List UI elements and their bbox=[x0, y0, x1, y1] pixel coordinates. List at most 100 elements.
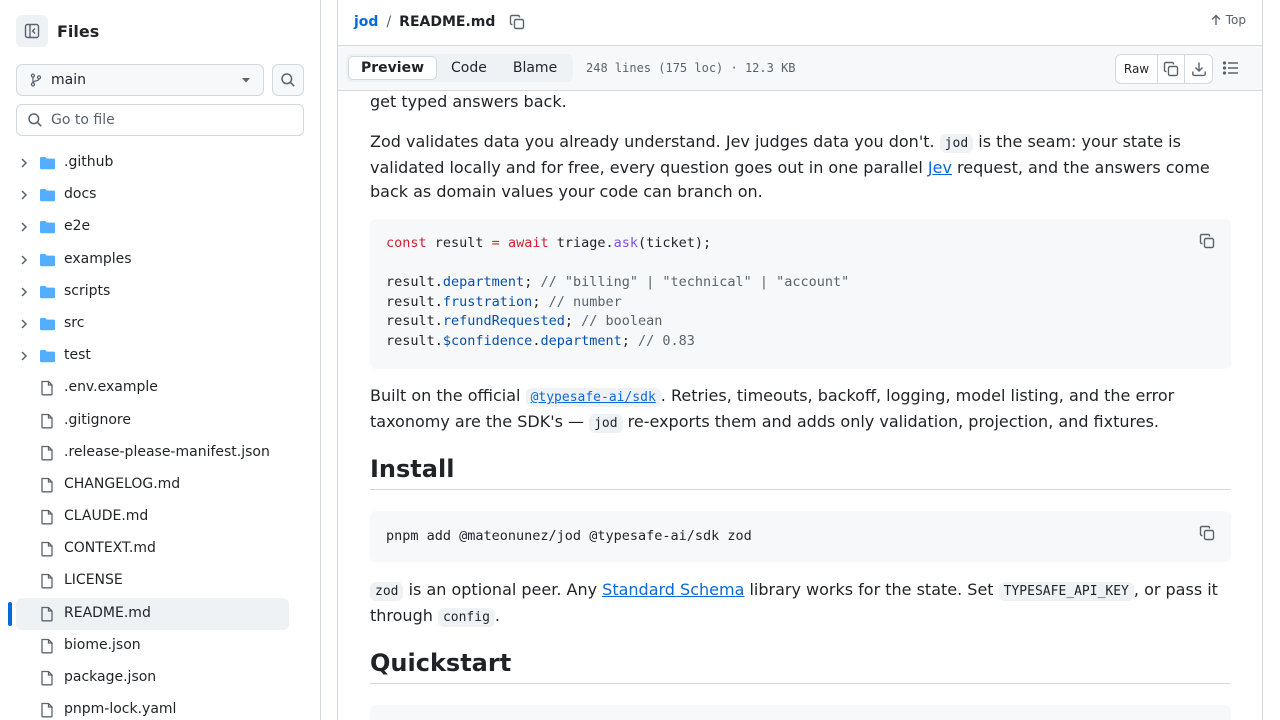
code-line: result.refundRequested; // boolean bbox=[386, 311, 662, 331]
code-operator: = bbox=[491, 235, 500, 251]
readme-article: get typed answers back. Zod validates da… bbox=[338, 92, 1262, 720]
text: library works for the state. Set bbox=[744, 580, 999, 599]
text: . bbox=[494, 606, 501, 625]
tree-file-item[interactable]: package.json bbox=[0, 662, 320, 694]
code-keyword: const bbox=[386, 235, 427, 251]
tree-file-item[interactable]: .release-please-manifest.json bbox=[0, 437, 320, 469]
tree-folder-item[interactable]: src bbox=[0, 308, 320, 340]
tree-folder-item[interactable]: test bbox=[0, 340, 320, 372]
tree-item-label: test bbox=[64, 347, 91, 364]
folder-icon bbox=[39, 252, 56, 268]
heading-quickstart: Quickstart bbox=[370, 649, 1231, 684]
tree-item-label: scripts bbox=[64, 282, 111, 299]
arrow-up-icon bbox=[1210, 14, 1222, 26]
top-link-label: Top bbox=[1225, 13, 1246, 27]
code-function: ask bbox=[613, 235, 639, 251]
tree-file-item[interactable]: CHANGELOG.md bbox=[0, 469, 320, 501]
chevron-right-icon[interactable] bbox=[18, 221, 30, 233]
tree-folder-item[interactable]: docs bbox=[0, 179, 320, 211]
top-link[interactable]: Top bbox=[1210, 13, 1246, 27]
inline-code-jod: jod bbox=[939, 134, 974, 153]
tree-file-item[interactable]: biome.json bbox=[0, 630, 320, 662]
sdk-code-link[interactable]: @typesafe-ai/sdk bbox=[525, 388, 661, 407]
search-button[interactable] bbox=[272, 64, 304, 96]
code-property: department bbox=[540, 333, 622, 349]
tree-file-item[interactable]: LICENSE bbox=[0, 565, 320, 597]
code-token: ; bbox=[532, 294, 549, 310]
tree-file-item[interactable]: CONTEXT.md bbox=[0, 533, 320, 565]
file-icon bbox=[39, 702, 55, 718]
go-to-file-input[interactable] bbox=[51, 112, 291, 128]
text: Built on the official bbox=[370, 386, 526, 405]
folder-icon bbox=[39, 348, 56, 364]
sidebar-collapse-icon[interactable] bbox=[16, 15, 48, 47]
tree-file-item[interactable]: .env.example bbox=[0, 372, 320, 404]
code-token: triage. bbox=[548, 235, 614, 251]
copy-raw-button[interactable] bbox=[1158, 55, 1185, 83]
tree-item-label: biome.json bbox=[64, 636, 141, 653]
sidebar-header: Files bbox=[16, 15, 99, 47]
tree-file-item[interactable]: README.md bbox=[0, 597, 320, 630]
list-unordered-icon[interactable] bbox=[1222, 59, 1240, 77]
folder-icon bbox=[39, 316, 56, 332]
code-token: result. bbox=[386, 313, 443, 329]
file-actions: Raw bbox=[1115, 54, 1213, 84]
inline-code-api-key: TYPESAFE_API_KEY bbox=[998, 582, 1134, 601]
code-line: result.department; // "billing" | "techn… bbox=[386, 272, 849, 292]
file-icon bbox=[39, 477, 55, 493]
chevron-right-icon[interactable] bbox=[18, 350, 30, 362]
tree-file-item[interactable]: pnpm-lock.yaml bbox=[0, 694, 320, 720]
chevron-right-icon[interactable] bbox=[18, 157, 30, 169]
chevron-right-icon[interactable] bbox=[18, 286, 30, 298]
file-icon bbox=[39, 541, 55, 557]
tree-folder-item[interactable]: .github bbox=[0, 147, 320, 179]
paragraph-sdk: Built on the official @typesafe-ai/sdk. … bbox=[370, 384, 1232, 436]
copy-code-icon[interactable] bbox=[1199, 525, 1215, 541]
chevron-right-icon[interactable] bbox=[18, 189, 30, 201]
file-icon bbox=[39, 573, 55, 589]
tab-preview[interactable]: Preview bbox=[348, 56, 438, 80]
tree-folder-item[interactable]: examples bbox=[0, 244, 320, 276]
code-token: result. bbox=[386, 274, 443, 290]
tab-code[interactable]: Code bbox=[439, 56, 499, 80]
inline-code-jod: jod bbox=[589, 414, 623, 433]
tree-item-label: .github bbox=[64, 154, 114, 170]
breadcrumb-repo-link[interactable]: jod bbox=[354, 14, 378, 30]
tree-item-label: README.md bbox=[64, 604, 151, 621]
raw-button[interactable]: Raw bbox=[1116, 55, 1158, 83]
tab-blame[interactable]: Blame bbox=[501, 56, 569, 80]
chevron-right-icon[interactable] bbox=[18, 254, 30, 266]
code-block-install: pnpm add @mateonunez/jod @typesafe-ai/sd… bbox=[370, 511, 1231, 562]
jev-link[interactable]: Jev bbox=[928, 158, 952, 177]
file-icon bbox=[39, 638, 55, 654]
file-toolbar: Preview Code Blame 248 lines (175 loc) ·… bbox=[338, 45, 1262, 91]
tree-item-label: pnpm-lock.yaml bbox=[64, 701, 177, 718]
branch-name: main bbox=[51, 72, 86, 88]
code-comment: // number bbox=[548, 294, 622, 310]
code-token: result. bbox=[386, 294, 443, 310]
tree-folder-item[interactable]: scripts bbox=[0, 276, 320, 308]
file-icon bbox=[39, 509, 55, 525]
code-property: $confidence bbox=[442, 333, 533, 349]
copy-code-icon[interactable] bbox=[1199, 233, 1215, 249]
tree-file-item[interactable]: .gitignore bbox=[0, 405, 320, 437]
tree-item-label: package.json bbox=[64, 669, 157, 685]
text: re-exports them and adds only validation… bbox=[622, 412, 1160, 431]
go-to-file-field[interactable] bbox=[16, 104, 304, 136]
breadcrumb-file-name: README.md bbox=[399, 14, 496, 30]
tree-item-label: .env.example bbox=[64, 379, 158, 396]
chevron-right-icon[interactable] bbox=[18, 318, 30, 330]
git-branch-icon bbox=[29, 73, 43, 87]
standard-schema-link[interactable]: Standard Schema bbox=[602, 580, 744, 599]
text: is an optional peer. Any bbox=[403, 580, 603, 599]
paragraph-intro-tail: get typed answers back. bbox=[370, 92, 567, 111]
copy-path-icon[interactable] bbox=[509, 14, 525, 30]
branch-selector[interactable]: main bbox=[16, 64, 264, 96]
download-button[interactable] bbox=[1185, 55, 1212, 83]
tree-folder-item[interactable]: e2e bbox=[0, 211, 320, 243]
breadcrumb-separator: / bbox=[386, 14, 392, 30]
tree-file-item[interactable]: CLAUDE.md bbox=[0, 501, 320, 533]
tree-item-label: examples bbox=[64, 250, 132, 267]
code-line: result.frustration; // number bbox=[386, 292, 622, 312]
file-tree-sidebar: Files main Go to file .github docs e2e e… bbox=[0, 0, 321, 720]
